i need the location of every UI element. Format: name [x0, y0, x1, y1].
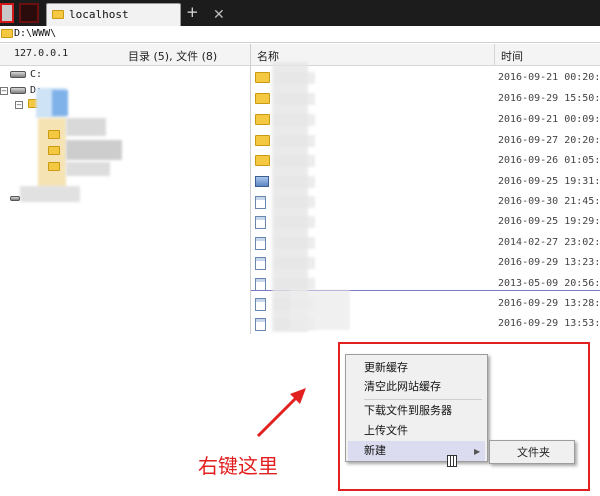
redacted-area: [20, 186, 80, 202]
directory-summary: 目录 (5), 文件 (8): [128, 50, 218, 63]
annotation-label: 右键这里: [198, 454, 278, 478]
modified-time: 2016-09-29 13:23:4: [498, 257, 600, 268]
modified-time: 2016-09-25 19:31:0: [498, 176, 600, 187]
drive-icon: [10, 71, 26, 78]
redacted-area: [52, 90, 68, 116]
tree-header: 127.0.0.1 目录 (5), 文件 (8): [0, 44, 250, 66]
redacted-area: [66, 162, 110, 176]
current-path: D:\WWW\: [14, 28, 57, 39]
modified-time: 2014-02-27 23:02:2: [498, 237, 600, 248]
folder-icon: [1, 29, 13, 38]
site-manager-icon[interactable]: [19, 3, 39, 23]
title-tab-bar: localhost ✕ +: [0, 0, 600, 26]
close-tab-icon[interactable]: ✕: [213, 7, 225, 23]
document-icon: [255, 216, 266, 229]
folder-icon: [52, 10, 64, 19]
highlight-box: [338, 342, 590, 491]
document-icon: [255, 237, 266, 250]
modified-time: 2016-09-29 13:53:5: [498, 318, 600, 329]
folder-icon[interactable]: [48, 130, 60, 139]
modified-time: 2016-09-25 19:29:2: [498, 216, 600, 227]
collapse-icon[interactable]: −: [0, 87, 8, 95]
folder-icon: [255, 114, 270, 125]
folder-icon: [255, 155, 270, 166]
modified-time: 2016-09-29 13:28:1: [498, 298, 600, 309]
folder-icon: [255, 93, 270, 104]
annotation-arrow-icon: [256, 388, 306, 438]
path-bar[interactable]: D:\WWW\: [0, 26, 600, 43]
document-icon: [255, 196, 266, 209]
new-tab-icon[interactable]: +: [186, 3, 199, 21]
modified-time: 2016-09-21 00:20:4: [498, 72, 600, 83]
column-divider[interactable]: [494, 44, 495, 66]
drive-label: C:: [30, 69, 43, 80]
folder-icon: [255, 72, 270, 83]
tab-title: localhost: [69, 8, 129, 21]
server-address: 127.0.0.1: [14, 48, 69, 59]
drive-icon: [10, 196, 20, 201]
tab-localhost[interactable]: localhost ✕: [46, 3, 225, 26]
document-icon: [255, 318, 266, 331]
modified-time: 2016-09-29 15:50:4: [498, 93, 600, 104]
tree-drive-c[interactable]: C:: [10, 68, 70, 82]
modified-time: 2013-05-09 20:56:3: [498, 278, 600, 289]
folder-icon[interactable]: [48, 162, 60, 171]
redacted-area: [66, 118, 106, 136]
modified-time: 2016-09-21 00:09:3: [498, 114, 600, 125]
document-icon: [255, 298, 266, 311]
modified-time: 2016-09-26 01:05:4: [498, 155, 600, 166]
document-icon: [255, 257, 266, 270]
column-time[interactable]: 时间: [501, 48, 523, 64]
folder-icon[interactable]: [48, 146, 60, 155]
redacted-area: [290, 290, 350, 330]
image-file-icon: [255, 176, 269, 187]
redacted-area: [66, 140, 122, 160]
drive-icon: [10, 87, 26, 94]
modified-time: 2016-09-30 21:45:4: [498, 196, 600, 207]
collapse-icon[interactable]: −: [15, 101, 23, 109]
folder-icon: [255, 135, 270, 146]
modified-time: 2016-09-27 20:20:5: [498, 135, 600, 146]
app-icon[interactable]: [0, 3, 14, 23]
